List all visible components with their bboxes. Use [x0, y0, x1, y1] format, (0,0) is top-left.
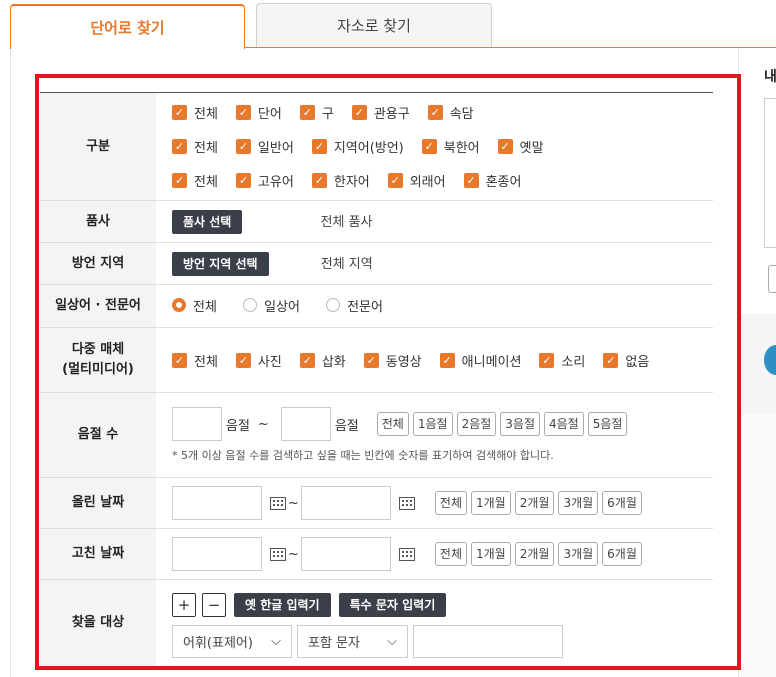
tab-jaso-search[interactable]: 자소로 찾기 [256, 3, 492, 47]
side-panel-lower [739, 414, 776, 677]
side-panel-textbox[interactable] [764, 98, 776, 248]
highlight-frame [35, 74, 741, 670]
side-panel-title: 내 [764, 69, 776, 85]
tab-word-search[interactable]: 단어로 찾기 [10, 4, 245, 49]
content-left-border [10, 48, 11, 677]
side-panel-button[interactable] [768, 265, 776, 293]
